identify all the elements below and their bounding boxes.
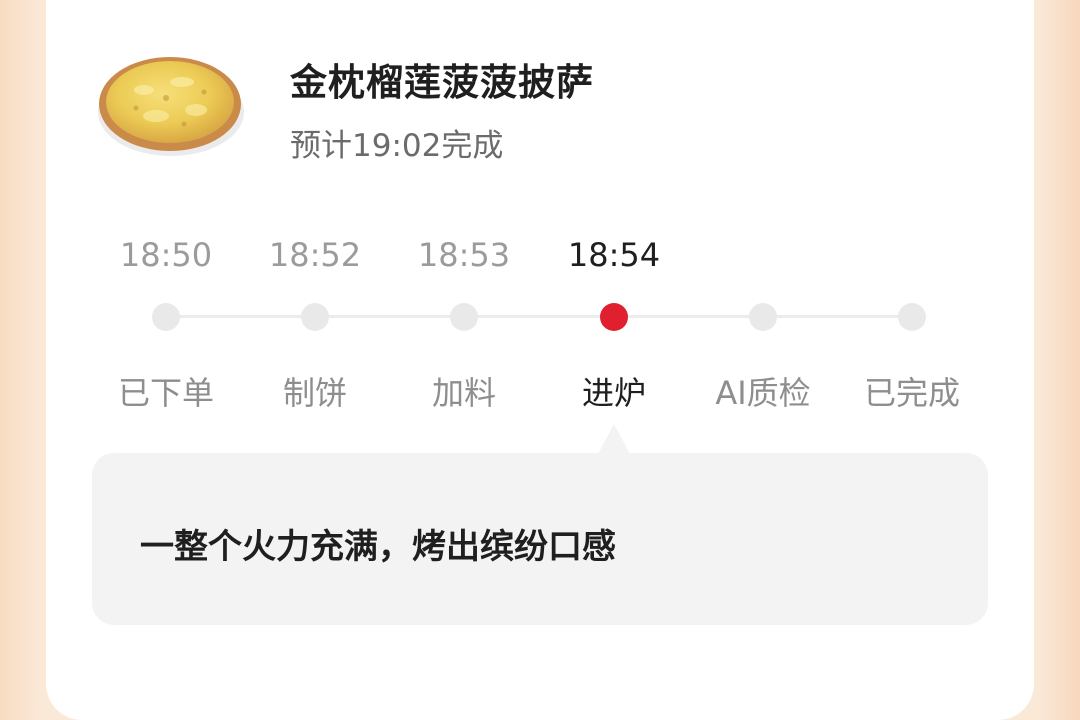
step-label-dough: 制饼	[282, 374, 347, 412]
step-tip-bubble: 一整个火力充满，烤出缤纷口感	[92, 453, 988, 625]
step-dot-dough	[301, 303, 329, 331]
step-label-toppings: 加料	[431, 374, 496, 412]
step-dot-ordered	[152, 303, 180, 331]
step-dot-oven	[600, 303, 628, 331]
step-time-toppings: 18:53	[417, 236, 511, 274]
step-dot-toppings	[450, 303, 478, 331]
step-label-ai-check: AI质检	[715, 374, 811, 412]
step-dot-completed	[898, 303, 926, 331]
step-time-oven: 18:54	[567, 236, 661, 274]
step-time-ordered: 18:50	[119, 236, 213, 274]
step-label-ordered: 已下单	[117, 374, 214, 412]
step-label-oven: 进炉	[581, 374, 646, 412]
step-tip-text: 一整个火力充满，烤出缤纷口感	[140, 527, 616, 567]
progress-track	[166, 315, 912, 318]
tip-pointer	[598, 424, 630, 454]
estimated-completion-time: 预计19:02完成	[290, 128, 504, 164]
step-dot-ai-check	[749, 303, 777, 331]
step-label-completed: 已完成	[863, 374, 960, 412]
pizza-image	[98, 57, 244, 156]
product-title: 金枕榴莲菠菠披萨	[290, 61, 594, 104]
step-time-dough: 18:52	[268, 236, 362, 274]
